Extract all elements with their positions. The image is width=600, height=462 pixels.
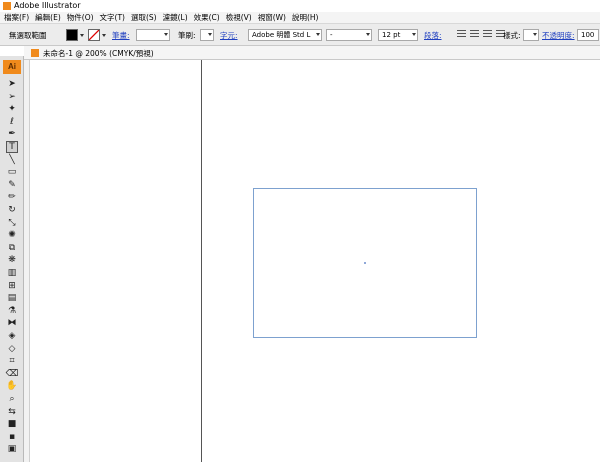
lasso-tool-icon[interactable]: ℓ	[6, 116, 18, 128]
fill-stroke-icon[interactable]: ■	[6, 418, 18, 430]
direct-selection-tool-icon[interactable]: ➢	[6, 91, 18, 103]
paragraph-align-group	[457, 30, 505, 39]
align-center-icon[interactable]	[470, 30, 479, 39]
type-tool-icon[interactable]: T	[6, 141, 18, 153]
opacity-field[interactable]: 100	[577, 29, 599, 41]
line-tool-icon[interactable]: ╲	[6, 154, 18, 166]
blend-tool-icon[interactable]: ⧓	[6, 317, 18, 329]
document-icon	[31, 49, 39, 57]
window-title: Adobe Illustrator	[14, 1, 81, 10]
selection-tool-icon[interactable]: ➤	[6, 78, 18, 90]
rectangle-tool-icon[interactable]: ▭	[6, 166, 18, 178]
swap-colors-icon[interactable]: ⇆	[6, 406, 18, 418]
menu-help[interactable]: 說明(H)	[292, 12, 319, 23]
document-tab[interactable]: 未命名-1 @ 200% (CMYK/預視)	[43, 48, 154, 59]
illustrator-app-icon	[3, 2, 11, 10]
hand-tool-icon[interactable]: ✋	[6, 380, 18, 392]
artboard-center-point	[364, 262, 366, 264]
stroke-label[interactable]: 筆畫:	[112, 30, 130, 41]
scale-tool-icon[interactable]: ⤡	[6, 217, 18, 229]
crop-area-tool-icon[interactable]: ⌗	[6, 355, 18, 367]
rotate-tool-icon[interactable]: ↻	[6, 204, 18, 216]
eraser-tool-icon[interactable]: ⌫	[6, 368, 19, 380]
align-left-icon[interactable]	[457, 30, 466, 39]
eyedropper-tool-icon[interactable]: ⚗	[6, 305, 18, 317]
pen-tool-icon[interactable]: ✒	[6, 128, 18, 140]
menu-filter[interactable]: 濾鏡(L)	[163, 12, 188, 23]
chevron-down-icon[interactable]	[533, 33, 537, 36]
menu-effect[interactable]: 效果(C)	[194, 12, 220, 23]
menu-bar: 檔案(F) 編輯(E) 物件(O) 文字(T) 選取(S) 濾鏡(L) 效果(C…	[0, 12, 600, 24]
chevron-down-icon[interactable]	[412, 33, 416, 36]
brush-label: 筆刷:	[178, 31, 196, 40]
menu-view[interactable]: 檢視(V)	[226, 12, 252, 23]
free-transform-tool-icon[interactable]: ⧉	[6, 242, 18, 254]
page-boundary-line	[201, 60, 202, 462]
paintbrush-tool-icon[interactable]: ✎	[6, 179, 18, 191]
none-color-icon	[88, 29, 100, 41]
menu-object[interactable]: 物件(O)	[67, 12, 94, 23]
illustrator-logo: Ai	[3, 60, 21, 74]
style-field[interactable]	[523, 29, 539, 41]
menu-select[interactable]: 選取(S)	[131, 12, 157, 23]
control-panel: 無選取範圍 筆畫: 筆刷: 字元: Adobe 明體 Std L - 12 pt…	[0, 24, 600, 46]
canvas-left-edge	[24, 60, 30, 462]
pencil-tool-icon[interactable]: ✏	[6, 191, 18, 203]
chevron-down-icon[interactable]	[102, 34, 106, 37]
chevron-down-icon[interactable]	[164, 33, 168, 36]
mesh-tool-icon[interactable]: ⊞	[6, 280, 18, 292]
selection-status-label: 無選取範圍	[9, 31, 47, 40]
paragraph-label[interactable]: 段落:	[424, 30, 442, 41]
chevron-down-icon[interactable]	[80, 34, 84, 37]
screen-mode-icon[interactable]: ▣	[6, 443, 18, 455]
font-size-field[interactable]: 12 pt	[378, 29, 418, 41]
gradient-tool-icon[interactable]: ▤	[6, 292, 18, 304]
window-titlebar: Adobe Illustrator	[0, 0, 600, 12]
live-paint-selection-tool-icon[interactable]: ◇	[6, 343, 18, 355]
stroke-color-swatch[interactable]	[88, 29, 100, 41]
zoom-tool-icon[interactable]: ⌕	[6, 393, 18, 405]
align-right-icon[interactable]	[483, 30, 492, 39]
column-graph-tool-icon[interactable]: ▥	[6, 267, 18, 279]
opacity-label[interactable]: 不透明度:	[542, 30, 575, 41]
chevron-down-icon[interactable]	[316, 33, 320, 36]
menu-window[interactable]: 視窗(W)	[258, 12, 286, 23]
color-mode-icon[interactable]: ▪	[6, 431, 18, 443]
brush-definition-field[interactable]	[200, 29, 214, 41]
character-label[interactable]: 字元:	[220, 30, 238, 41]
stroke-weight-field[interactable]	[136, 29, 170, 41]
chevron-down-icon[interactable]	[208, 33, 212, 36]
live-paint-tool-icon[interactable]: ◈	[6, 330, 18, 342]
document-tab-bar: 未命名-1 @ 200% (CMYK/預視)	[24, 46, 600, 60]
fill-color-swatch[interactable]	[66, 29, 78, 41]
symbol-sprayer-tool-icon[interactable]: ❋	[6, 254, 18, 266]
magic-wand-tool-icon[interactable]: ✦	[6, 103, 18, 115]
chevron-down-icon[interactable]	[366, 33, 370, 36]
font-family-field[interactable]: Adobe 明體 Std L	[248, 29, 322, 41]
menu-type[interactable]: 文字(T)	[100, 12, 125, 23]
tools-panel: Ai ➤ ➢ ✦ ℓ ✒ T ╲ ▭ ✎ ✏ ↻ ⤡ ✺ ⧉ ❋ ▥ ⊞ ▤ ⚗ ⧓ ◈ ◇ ⌗ ⌫ ✋ ⌕ ⇆ ■ ▪ ▣	[0, 56, 24, 462]
menu-edit[interactable]: 編輯(E)	[35, 12, 61, 23]
style-label: 樣式:	[503, 31, 521, 40]
font-style-field[interactable]: -	[326, 29, 372, 41]
warp-tool-icon[interactable]: ✺	[6, 229, 18, 241]
menu-file[interactable]: 檔案(F)	[4, 12, 29, 23]
